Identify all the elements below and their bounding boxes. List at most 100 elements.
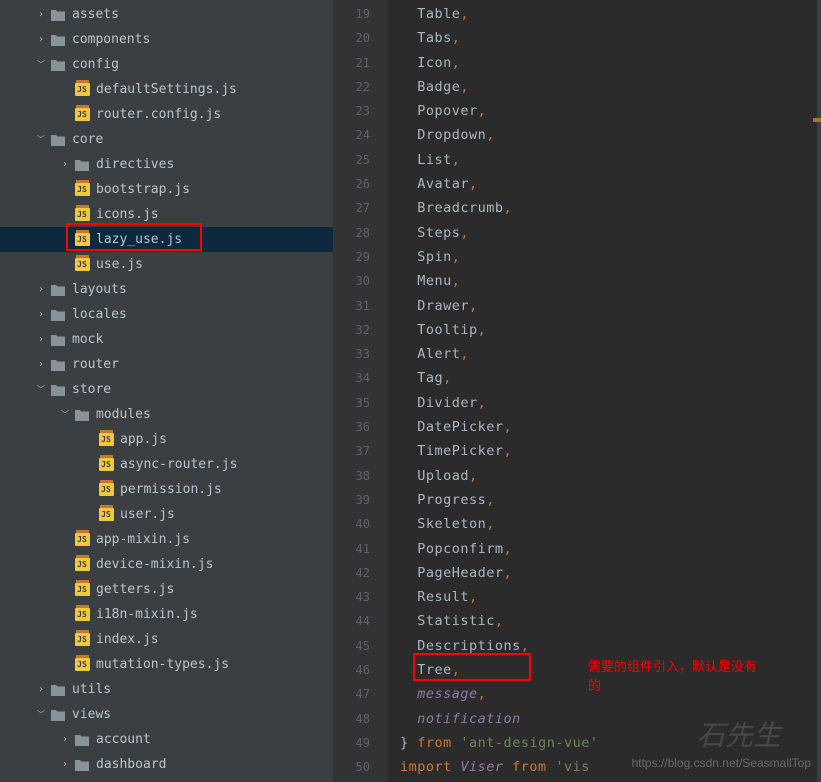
code-line[interactable]: Statistic, — [400, 609, 821, 633]
chevron-right-icon[interactable]: › — [34, 684, 48, 695]
line-number: 49 — [333, 731, 370, 755]
tree-item-defaultSettings-js[interactable]: JS defaultSettings.js — [0, 77, 333, 102]
tree-item-locales[interactable]: ›locales — [0, 302, 333, 327]
code-line[interactable]: Tooltip, — [400, 318, 821, 342]
js-file-icon: JS — [74, 107, 90, 123]
code-line[interactable]: Tabs, — [400, 26, 821, 50]
code-editor[interactable]: 1920212223242526272829303132333435363738… — [333, 0, 821, 782]
chevron-right-icon[interactable]: › — [34, 284, 48, 295]
tree-item-label: defaultSettings.js — [96, 82, 237, 97]
tree-item-label: directives — [96, 157, 174, 172]
code-line[interactable]: Skeleton, — [400, 512, 821, 536]
chevron-down-icon[interactable]: ﹀ — [58, 409, 72, 420]
tree-item-label: account — [96, 732, 151, 747]
chevron-right-icon[interactable]: › — [34, 359, 48, 370]
code-line[interactable]: Result, — [400, 585, 821, 609]
code-line[interactable]: Tag, — [400, 366, 821, 390]
tree-item-store[interactable]: ﹀ store — [0, 377, 333, 402]
js-file-icon: JS — [74, 82, 90, 98]
chevron-right-icon[interactable]: › — [58, 734, 72, 745]
file-tree-sidebar[interactable]: ›assets›components﹀configJSdefaultSettin… — [0, 0, 333, 782]
tree-item-device-mixin-js[interactable]: JSdevice-mixin.js — [0, 552, 333, 577]
chevron-down-icon[interactable]: ﹀ — [34, 134, 48, 145]
tree-item-use-js[interactable]: JSuse.js — [0, 252, 333, 277]
tree-item-account[interactable]: › account — [0, 727, 333, 752]
tree-item-mutation-types-js[interactable]: JSmutation-types.js — [0, 652, 333, 677]
code-line[interactable]: Badge, — [400, 75, 821, 99]
chevron-right-icon[interactable]: › — [34, 9, 48, 20]
code-line[interactable]: Progress, — [400, 488, 821, 512]
code-line[interactable]: Divider, — [400, 391, 821, 415]
tree-item-bootstrap-js[interactable]: JS bootstrap.js — [0, 177, 333, 202]
tree-item-router[interactable]: ›router — [0, 352, 333, 377]
code-line[interactable]: Avatar, — [400, 172, 821, 196]
tree-item-utils[interactable]: ›utils — [0, 677, 333, 702]
line-number: 35 — [333, 391, 370, 415]
chevron-right-icon[interactable]: › — [58, 759, 72, 770]
code-area[interactable]: Table, Tabs, Icon, Badge, Popover, Dropd… — [388, 0, 821, 782]
tree-item-getters-js[interactable]: JSgetters.js — [0, 577, 333, 602]
chevron-down-icon[interactable]: ﹀ — [34, 59, 48, 70]
tree-item-label: layouts — [72, 282, 127, 297]
code-line[interactable]: Descriptions, — [400, 634, 821, 658]
folder-icon — [74, 407, 90, 423]
tree-item-label: components — [72, 32, 150, 47]
code-line[interactable]: TimePicker, — [400, 439, 821, 463]
tree-item-label: use.js — [96, 257, 143, 272]
tree-item-dashboard[interactable]: ›dashboard — [0, 752, 333, 777]
code-line[interactable]: Drawer, — [400, 294, 821, 318]
scrollbar[interactable] — [817, 0, 821, 782]
code-line[interactable]: PageHeader, — [400, 561, 821, 585]
chevron-down-icon[interactable]: ﹀ — [34, 709, 48, 720]
tree-item-config[interactable]: ﹀config — [0, 52, 333, 77]
code-line[interactable]: Menu, — [400, 269, 821, 293]
tree-item-core[interactable]: ﹀core — [0, 127, 333, 152]
tree-item-components[interactable]: › components — [0, 27, 333, 52]
js-file-icon: JS — [74, 182, 90, 198]
code-line[interactable]: Table, — [400, 2, 821, 26]
tree-item-label: icons.js — [96, 207, 159, 222]
tree-item-user-js[interactable]: JSuser.js — [0, 502, 333, 527]
tree-item-directives[interactable]: › directives — [0, 152, 333, 177]
code-line[interactable]: Popconfirm, — [400, 537, 821, 561]
tree-item-icons-js[interactable]: JSicons.js — [0, 202, 333, 227]
code-line[interactable]: DatePicker, — [400, 415, 821, 439]
code-line[interactable]: Popover, — [400, 99, 821, 123]
chevron-right-icon[interactable]: › — [34, 334, 48, 345]
tree-item-router-config-js[interactable]: JSrouter.config.js — [0, 102, 333, 127]
tree-item-mock[interactable]: › mock — [0, 327, 333, 352]
chevron-right-icon[interactable]: › — [58, 159, 72, 170]
code-line[interactable]: Steps, — [400, 221, 821, 245]
code-line[interactable]: Upload, — [400, 464, 821, 488]
code-line[interactable]: Dropdown, — [400, 123, 821, 147]
tree-item-app-js[interactable]: JSapp.js — [0, 427, 333, 452]
tree-item-modules[interactable]: ﹀modules — [0, 402, 333, 427]
tree-item-layouts[interactable]: › layouts — [0, 277, 333, 302]
code-line[interactable]: Breadcrumb, — [400, 196, 821, 220]
js-file-icon: JS — [74, 557, 90, 573]
chevron-down-icon[interactable]: ﹀ — [34, 384, 48, 395]
line-number: 45 — [333, 634, 370, 658]
tree-item-async-router-js[interactable]: JSasync-router.js — [0, 452, 333, 477]
tree-item-label: bootstrap.js — [96, 182, 190, 197]
chevron-right-icon[interactable]: › — [34, 309, 48, 320]
tree-item-lazy_use-js[interactable]: JSlazy_use.js — [0, 227, 333, 252]
code-line[interactable]: Spin, — [400, 245, 821, 269]
tree-item-views[interactable]: ﹀views — [0, 702, 333, 727]
tree-item-app-mixin-js[interactable]: JSapp-mixin.js — [0, 527, 333, 552]
line-number: 21 — [333, 51, 370, 75]
code-line[interactable]: Alert, — [400, 342, 821, 366]
line-number: 46 — [333, 658, 370, 682]
tree-item-label: mock — [72, 332, 103, 347]
line-number: 37 — [333, 439, 370, 463]
line-number: 30 — [333, 269, 370, 293]
tree-item-i18n-mixin-js[interactable]: JSi18n-mixin.js — [0, 602, 333, 627]
js-file-icon: JS — [98, 507, 114, 523]
tree-item-assets[interactable]: ›assets — [0, 2, 333, 27]
chevron-right-icon[interactable]: › — [34, 34, 48, 45]
code-line[interactable]: List, — [400, 148, 821, 172]
tree-item-permission-js[interactable]: JSpermission.js — [0, 477, 333, 502]
code-line[interactable]: Icon, — [400, 51, 821, 75]
tree-item-index-js[interactable]: JSindex.js — [0, 627, 333, 652]
tree-item-label: store — [72, 382, 111, 397]
